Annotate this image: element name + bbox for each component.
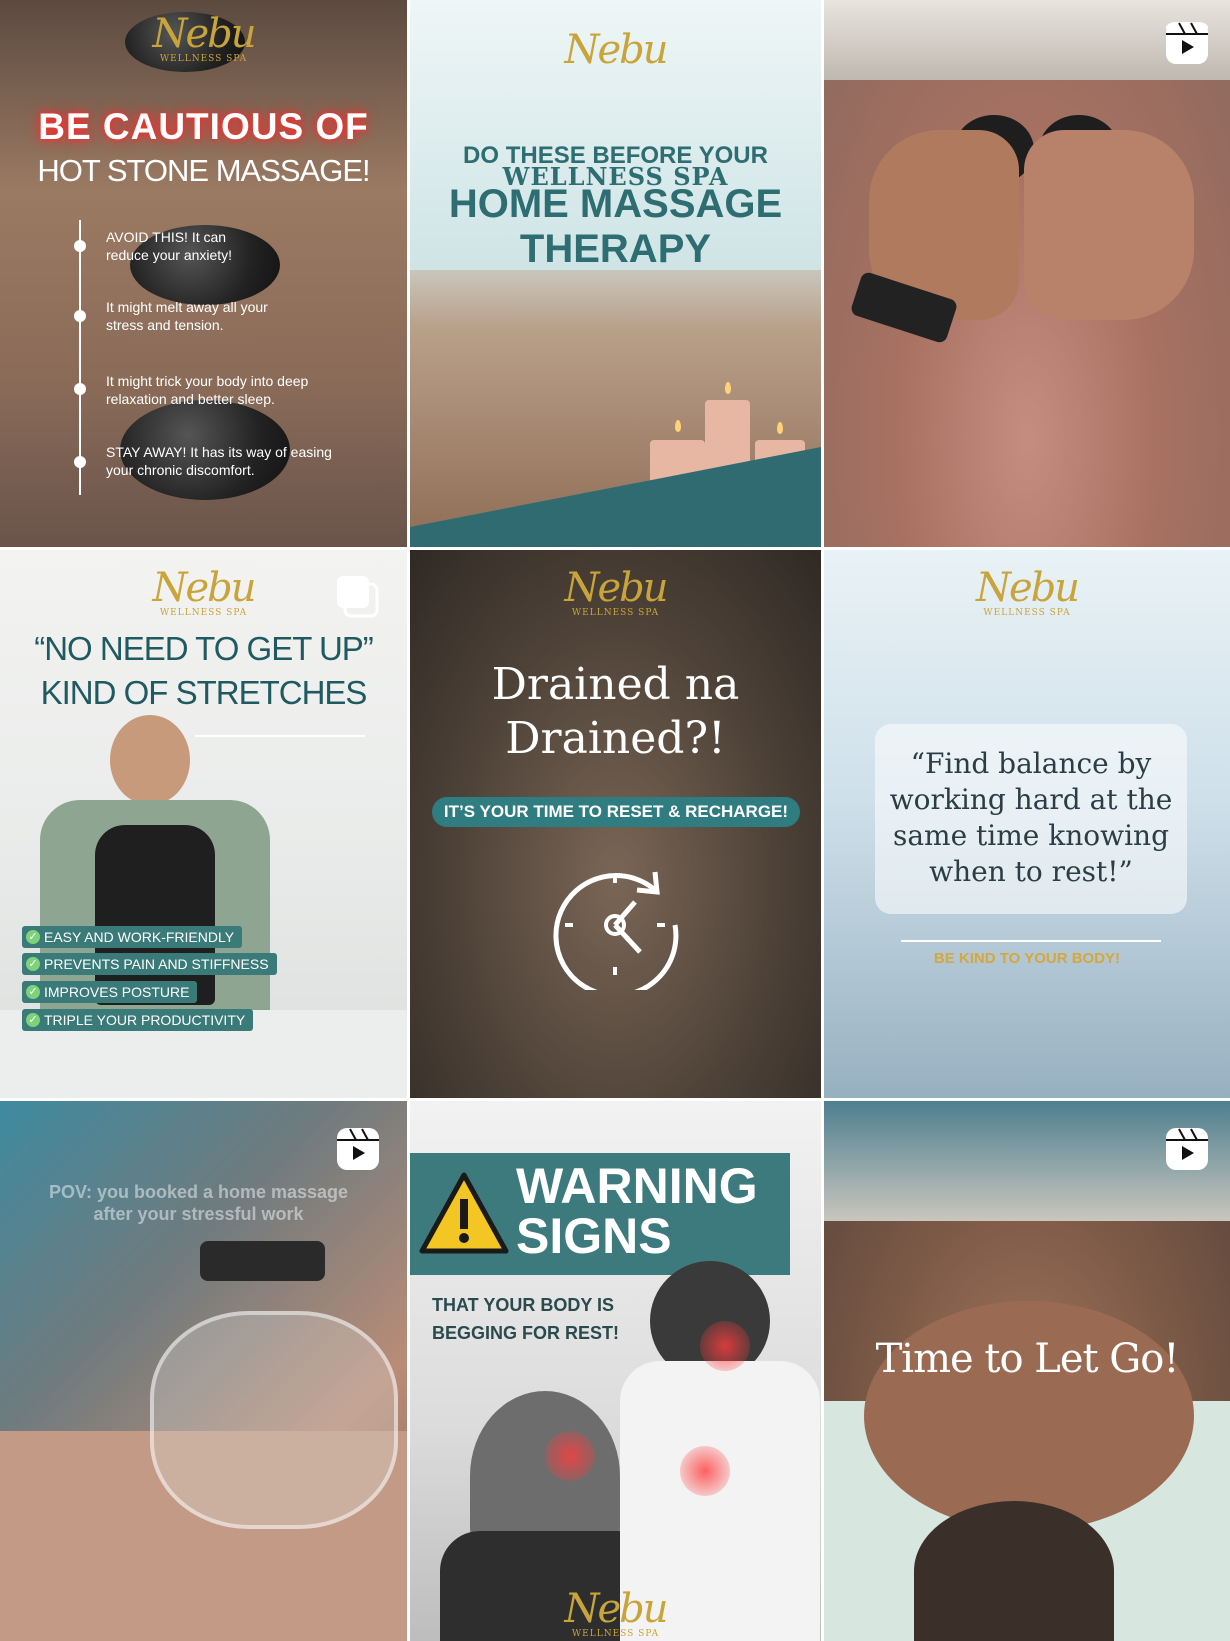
- post-tile-warning[interactable]: WARNING SIGNS THAT YOUR BODY IS BEGGING …: [410, 1101, 821, 1641]
- brand-logo: Nebu WELLNESS SPA: [564, 1586, 668, 1639]
- head-image: [914, 1501, 1114, 1641]
- reset-banner: IT’S YOUR TIME TO RESET & RECHARGE!: [432, 797, 800, 827]
- post-tile-reel-cupping[interactable]: POV: you booked a home massage after you…: [0, 1101, 407, 1641]
- tagline: BE KIND TO YOUR BODY!: [933, 950, 1121, 967]
- arrow-icon: [195, 735, 365, 737]
- post-title: Time to Let Go!: [875, 1336, 1180, 1382]
- clock-icon: [553, 871, 679, 990]
- checklist-item: ✓ PREVENTS PAIN AND STIFFNESS: [22, 953, 277, 975]
- brand-logo: Nebu WELLNESS SPA: [502, 27, 729, 191]
- post-tile-stretches[interactable]: Nebu WELLNESS SPA “NO NEED TO GET UP” KI…: [0, 550, 407, 1098]
- post-tile-reel-stones[interactable]: [824, 0, 1230, 547]
- video-caption: POV: you booked a home massage after you…: [48, 1182, 349, 1224]
- pain-highlight: [680, 1446, 730, 1496]
- checklist-item: ✓ EASY AND WORK-FRIENDLY: [22, 926, 243, 948]
- post-title: WARNING SIGNS: [516, 1158, 758, 1264]
- cupping-glass-image: [150, 1311, 398, 1529]
- check-icon: ✓: [26, 985, 40, 999]
- post-tile-hot-stone[interactable]: Nebu WELLNESS SPA BE CAUTIOUS OF HOT STO…: [0, 0, 407, 547]
- post-subtitle: HOT STONE MASSAGE!: [37, 153, 370, 188]
- list-item: It might trick your body into deep relax…: [106, 373, 309, 407]
- post-subtitle: THAT YOUR BODY IS BEGGING FOR REST!: [432, 1295, 620, 1343]
- post-title: BE CAUTIOUS OF: [38, 106, 369, 147]
- post-subtitle: DO THESE BEFORE YOUR: [463, 142, 768, 169]
- watch-image: [200, 1241, 325, 1281]
- brand-logo: Nebu WELLNESS SPA: [152, 11, 256, 64]
- check-icon: ✓: [26, 930, 40, 944]
- timeline-dot: [74, 383, 86, 395]
- post-title: Drained na: [491, 659, 740, 710]
- checklist-item: ✓ TRIPLE YOUR PRODUCTIVITY: [22, 1009, 254, 1031]
- divider: [901, 940, 1161, 942]
- post-title: Drained?!: [505, 713, 726, 764]
- post-tile-home-massage[interactable]: Nebu WELLNESS SPA DO THESE BEFORE YOUR H…: [410, 0, 821, 547]
- reel-icon: [337, 1128, 379, 1170]
- teal-band: [410, 447, 821, 547]
- post-title: HOME MASSAGE THERAPY: [448, 182, 783, 271]
- pain-highlight: [700, 1321, 750, 1371]
- brand-logo: Nebu WELLNESS SPA: [564, 565, 668, 618]
- timeline-line: [79, 220, 81, 495]
- list-item: STAY AWAY! It has its way of easing your…: [106, 444, 332, 478]
- reel-icon: [1166, 1128, 1208, 1170]
- person-head-image: [110, 715, 190, 805]
- brand-logo: Nebu WELLNESS SPA: [975, 565, 1080, 618]
- list-item: It might melt away all your stress and t…: [106, 299, 268, 333]
- check-icon: ✓: [26, 957, 40, 971]
- timeline-dot: [74, 240, 86, 252]
- timeline-dot: [74, 310, 86, 322]
- timeline-dot: [74, 456, 86, 468]
- post-title: KIND OF STRETCHES: [40, 674, 368, 711]
- warning-icon: [419, 1172, 509, 1254]
- post-title: “NO NEED TO GET UP”: [34, 630, 374, 667]
- checklist-item: ✓ IMPROVES POSTURE: [22, 981, 198, 1003]
- check-icon: ✓: [26, 1013, 40, 1027]
- post-tile-reel-let-go[interactable]: Time to Let Go!: [824, 1101, 1230, 1641]
- pain-highlight: [545, 1431, 595, 1481]
- post-tile-drained[interactable]: Nebu WELLNESS SPA Drained na Drained?! I…: [410, 550, 821, 1098]
- profile-post-grid: Nebu WELLNESS SPA BE CAUTIOUS OF HOT STO…: [0, 0, 1230, 1641]
- post-tile-quote[interactable]: Nebu WELLNESS SPA “Find balance by worki…: [824, 550, 1230, 1098]
- quote-text: “Find balance by working hard at the sam…: [889, 747, 1173, 888]
- carousel-icon: [337, 576, 379, 618]
- reel-icon: [1166, 22, 1208, 64]
- hand-image: [1024, 130, 1194, 320]
- list-item: AVOID THIS! It can reduce your anxiety!: [106, 229, 233, 263]
